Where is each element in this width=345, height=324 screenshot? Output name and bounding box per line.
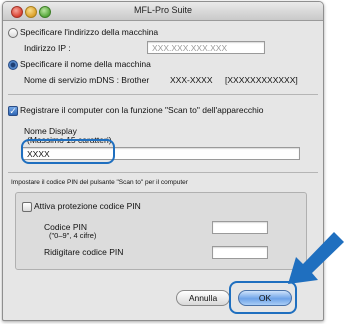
radio-specify-name[interactable] — [8, 60, 18, 70]
pin-code-field[interactable] — [212, 221, 268, 234]
retype-pin-field[interactable] — [212, 246, 268, 259]
mdns-serial: [XXXXXXXXXXXX] — [225, 75, 298, 85]
pin-section-heading: Impostare il codice PIN del pulsante "Sc… — [11, 179, 188, 186]
register-scan-to-checkbox[interactable]: ✓ — [8, 106, 18, 116]
radio-specify-address[interactable] — [8, 28, 18, 38]
enable-pin-checkbox[interactable] — [22, 202, 32, 212]
mdns-model: XXX-XXXX — [170, 75, 213, 85]
ok-button-highlight — [229, 281, 297, 314]
pin-code-hint: ("0–9", 4 cifre) — [49, 231, 97, 240]
mdns-service-label: Nome di servizio mDNS : Brother — [24, 75, 150, 85]
pin-groupbox: Attiva protezione codice PIN Codice PIN … — [15, 192, 307, 270]
cancel-button[interactable]: Annulla — [176, 290, 230, 306]
display-name-highlight — [21, 139, 115, 164]
divider — [8, 94, 318, 95]
radio-specify-address-label: Specificare l'indirizzo della macchina — [20, 27, 159, 37]
window-title: MFL-Pro Suite — [133, 5, 193, 15]
radio-specify-name-label: Specificare il nome della macchina — [20, 59, 151, 69]
ip-address-field[interactable]: XXX.XXX.XXX.XXX — [147, 41, 265, 54]
ip-address-label: Indirizzo IP : — [24, 43, 71, 53]
retype-pin-label: Ridigitare codice PIN — [44, 247, 124, 257]
title-bar: MFL-Pro Suite — [3, 2, 323, 21]
register-scan-to-label: Registrare il computer con la funzione "… — [20, 105, 264, 115]
divider — [8, 172, 318, 173]
pointer-arrow-icon — [288, 232, 344, 284]
enable-pin-label: Attiva protezione codice PIN — [34, 201, 141, 211]
